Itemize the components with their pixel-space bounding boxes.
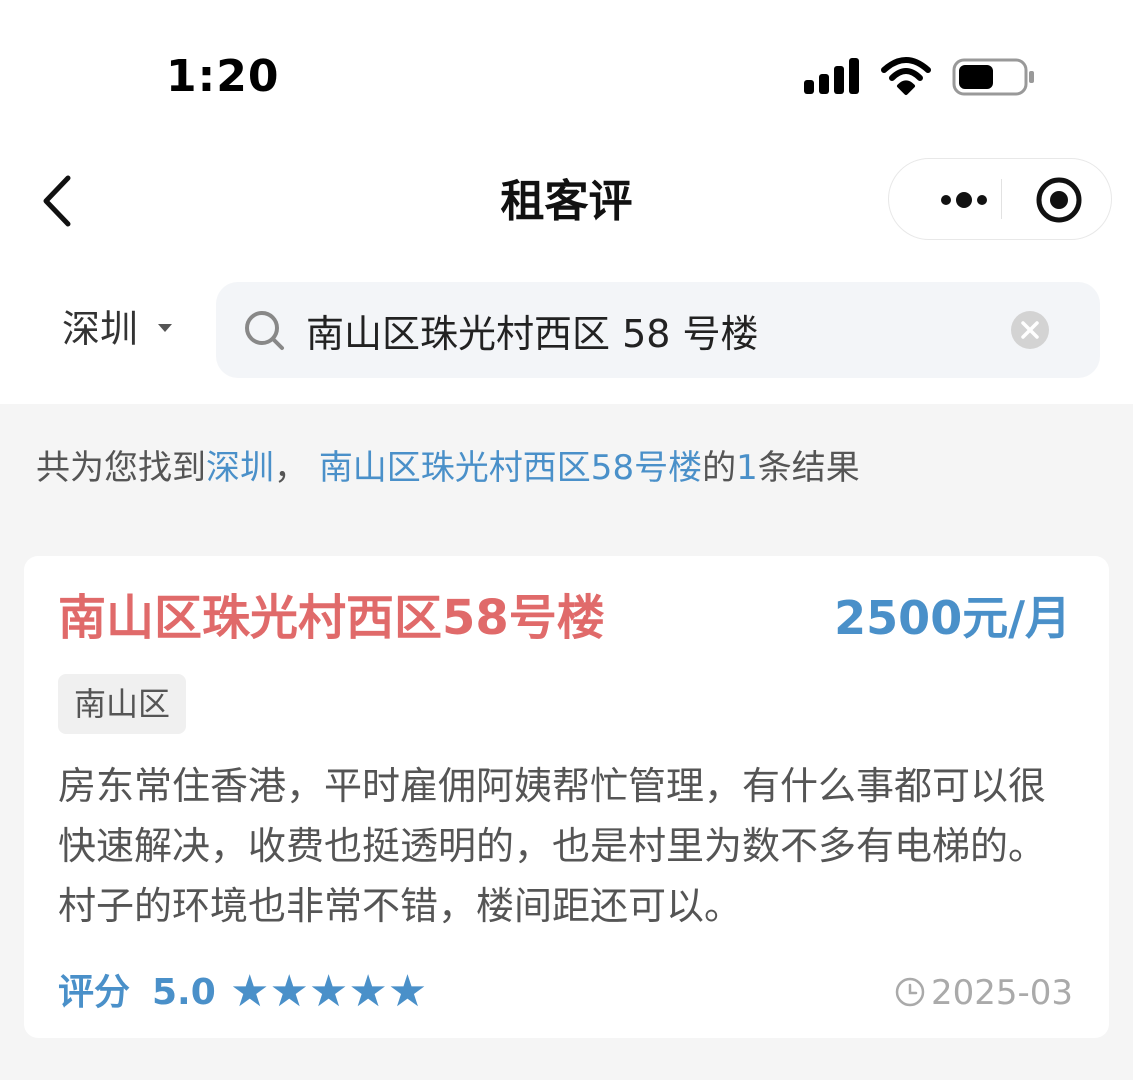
close-miniprogram-icon[interactable] bbox=[1017, 159, 1097, 239]
summary-prefix: 共为您找到 bbox=[36, 448, 206, 488]
search-bar[interactable] bbox=[216, 282, 1100, 378]
summary-keyword: 南山区珠光村西区58号楼 bbox=[318, 448, 703, 488]
summary-separator: ， bbox=[274, 448, 308, 488]
building-name: 南山区珠光村西区58号楼 bbox=[58, 590, 605, 646]
clock-icon bbox=[894, 976, 926, 1008]
results-summary: 共为您找到深圳， 南山区珠光村西区58号楼的1条结果 bbox=[36, 440, 860, 496]
summary-city: 深圳 bbox=[206, 448, 274, 488]
score-label: 评分 bbox=[58, 972, 131, 1013]
status-time: 1:20 bbox=[166, 51, 280, 102]
review-date: 2025-03 bbox=[930, 973, 1073, 1013]
wifi-icon bbox=[880, 56, 932, 96]
search-icon bbox=[242, 308, 288, 354]
rent-price: 2500元/月 bbox=[834, 591, 1071, 645]
capsule-divider bbox=[1001, 179, 1002, 219]
city-selector[interactable]: 深圳 bbox=[62, 302, 138, 356]
result-card[interactable]: 南山区珠光村西区58号楼 2500元/月 南山区 房东常住香港，平时雇佣阿姨帮忙… bbox=[24, 556, 1109, 1038]
caret-down-icon[interactable] bbox=[158, 324, 172, 332]
district-tag: 南山区 bbox=[58, 674, 187, 734]
score-value: 5.0 bbox=[152, 972, 216, 1013]
star-rating: ★★★★★ bbox=[230, 964, 429, 1020]
star-icon: ★★★★★ bbox=[230, 966, 428, 1017]
review-text: 房东常住香港，平时雇佣阿姨帮忙管理，有什么事都可以很快速解决，收费也挺透明的，也… bbox=[58, 764, 1047, 928]
more-icon[interactable] bbox=[911, 159, 1001, 239]
signal-icon bbox=[804, 58, 864, 94]
search-input[interactable] bbox=[306, 300, 986, 360]
header-area: 1:20 租客评 深圳 南山区珠光村西区 58 号楼 bbox=[0, 0, 1133, 404]
clear-icon[interactable] bbox=[1010, 310, 1050, 350]
summary-suffix: 条结果 bbox=[757, 448, 860, 488]
summary-count: 1 bbox=[736, 448, 758, 488]
summary-mid: 的 bbox=[702, 448, 737, 488]
mini-program-capsule bbox=[888, 158, 1112, 240]
battery-icon bbox=[952, 58, 1036, 96]
